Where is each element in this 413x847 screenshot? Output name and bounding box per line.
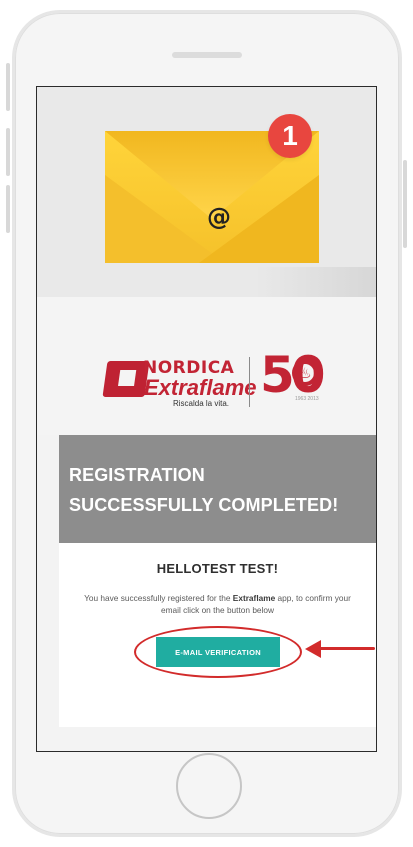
side-button-volume-down: [6, 128, 10, 176]
anniversary-logo: 50 ♨ 1963 2013: [260, 350, 326, 410]
phone-screen: @ 1 NORDICA Extraflame Riscalda la vita.…: [36, 86, 377, 752]
brand-divider: [249, 357, 250, 407]
flame-icon: ♨: [292, 360, 318, 386]
message-before: You have successfully registered for the: [84, 593, 233, 603]
confirmation-message: You have successfully registered for the…: [77, 592, 358, 616]
at-symbol: @: [207, 203, 231, 231]
side-button-power: [403, 160, 407, 248]
brand-name-bottom: Extraflame: [144, 375, 257, 400]
notification-badge-icon: 1: [268, 114, 312, 158]
banner-line-1: REGISTRATION: [69, 465, 205, 485]
hero-fade: [256, 267, 376, 297]
home-button[interactable]: [176, 753, 242, 819]
brand-text: NORDICA Extraflame Riscalda la vita.: [143, 358, 257, 408]
email-hero: @ 1: [37, 87, 376, 297]
side-button-mute: [6, 185, 10, 233]
screen-bottom-edge: [36, 751, 377, 752]
brand-logo-area: NORDICA Extraflame Riscalda la vita. 50 …: [37, 297, 376, 435]
message-emphasis: Extraflame: [232, 593, 276, 603]
greeting-title: HELLOTEST TEST!: [156, 561, 279, 576]
anniversary-years: 1963 2013: [295, 396, 319, 402]
side-button-volume-up: [6, 63, 10, 111]
email-verification-button[interactable]: E-MAIL VERIFICATION: [156, 637, 280, 667]
success-banner: REGISTRATION SUCCESSFULLY COMPLETED!: [59, 435, 376, 543]
phone-mockup: @ 1 NORDICA Extraflame Riscalda la vita.…: [0, 0, 413, 847]
speaker-grill: [172, 52, 242, 58]
message-card: HELLOTEST TEST! You have successfully re…: [59, 543, 376, 727]
brand-tagline: Riscalda la vita.: [173, 399, 230, 408]
banner-line-2: SUCCESSFULLY COMPLETED!: [69, 495, 339, 515]
brand-logo: NORDICA Extraflame Riscalda la vita. 50 …: [102, 350, 326, 415]
